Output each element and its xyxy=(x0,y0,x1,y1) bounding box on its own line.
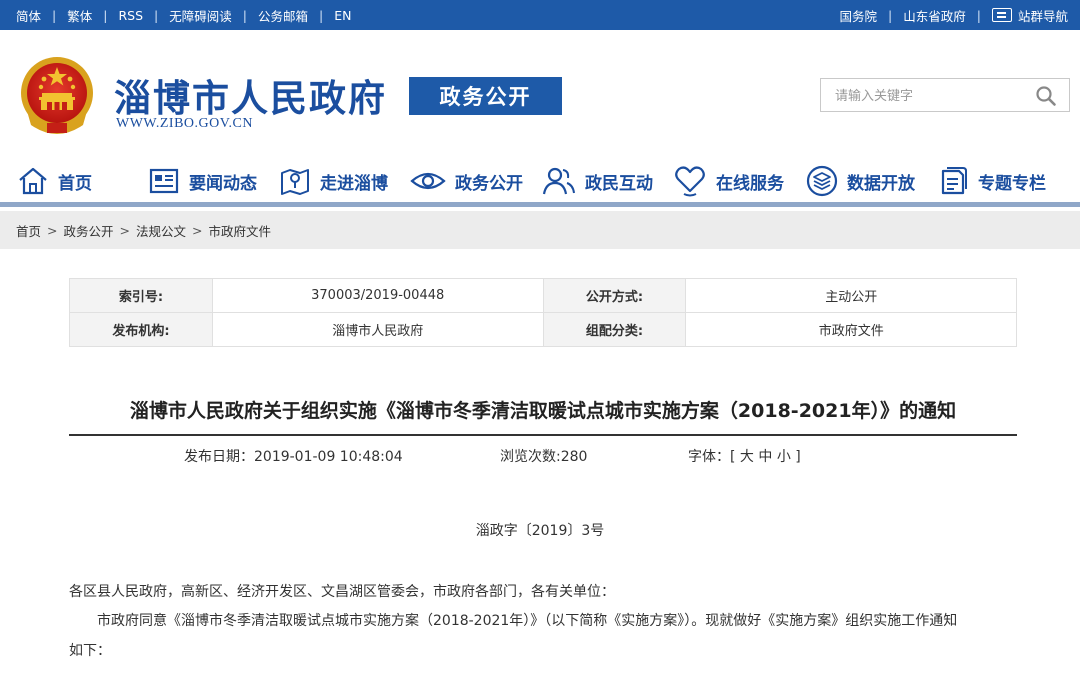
home-icon xyxy=(19,167,47,195)
link-traditional[interactable]: 繁体 xyxy=(67,6,92,25)
font-size-small-button[interactable]: 小 xyxy=(777,449,791,465)
issuer-value: 淄博市人民政府 xyxy=(211,312,544,347)
nav-item-open-data[interactable]: 数据开放 xyxy=(806,163,915,199)
nav-item-online-service[interactable]: 在线服务 xyxy=(673,163,784,199)
publish-mode-value: 主动公开 xyxy=(685,278,1017,313)
font-size-close: ] xyxy=(795,449,801,465)
site-nav-label: 站群导航 xyxy=(1017,8,1068,24)
font-size-label: 字体：[ xyxy=(688,449,736,465)
body-paragraph-continued: 如下： xyxy=(69,643,111,659)
link-english[interactable]: EN xyxy=(334,8,351,23)
recipients-line: 各区县人民政府，高新区、经济开发区、文昌湖区管委会，市政府各部门，各有关单位： xyxy=(69,584,615,600)
index-number-label: 索引号: xyxy=(69,278,213,313)
nav-item-special-topics[interactable]: 专题专栏 xyxy=(937,163,1046,199)
breadcrumb-city-gov-docs[interactable]: 市政府文件 xyxy=(209,221,272,240)
view-count: 浏览次数:280 xyxy=(500,446,587,466)
nav-item-label: 要闻动态 xyxy=(189,173,257,194)
publish-mode-label: 公开方式: xyxy=(542,278,687,313)
body-line-1: 市政府同意《淄博市冬季清洁取暖试点城市实施方案（2018-2021年）》（以下简… xyxy=(97,613,958,629)
main-nav: 首页 要闻动态 走进淄博 政务公开 政民互动 在线服务 数据开放 专题专栏 xyxy=(0,155,1080,207)
link-simplified[interactable]: 简体 xyxy=(16,6,41,25)
body-paragraph: 市政府同意《淄博市冬季清洁取暖试点城市实施方案（2018-2021年）》（以下简… xyxy=(69,607,1017,635)
search-input[interactable] xyxy=(835,85,1025,107)
document-number: 淄政字〔2019〕3号 xyxy=(475,523,605,539)
site-url: WWW.ZIBO.GOV.CN xyxy=(116,116,253,131)
nav-item-label: 在线服务 xyxy=(716,173,784,194)
heart-hand-icon xyxy=(675,166,705,197)
search-box xyxy=(820,78,1070,112)
table-row: 发布机构: 淄博市人民政府 组配分类: 市政府文件 xyxy=(69,312,1017,347)
news-icon xyxy=(149,168,179,194)
breadcrumb-home[interactable]: 首页 xyxy=(16,221,41,240)
people-icon xyxy=(542,167,575,195)
nav-item-label: 走进淄博 xyxy=(320,173,388,194)
top-bar-left-links: 简体 | 繁体 | RSS | 无障碍阅读 | 公务邮箱 | EN xyxy=(16,6,352,25)
font-size-control: 字体：[ 大 中 小 ] xyxy=(688,446,801,466)
article-title: 淄博市人民政府关于组织实施《淄博市冬季清洁取暖试点城市实施方案（2018-202… xyxy=(129,400,957,422)
index-number-value: 370003/2019-00448 xyxy=(211,278,544,313)
document-meta-table: 索引号: 370003/2019-00448 公开方式: 主动公开 发布机构: … xyxy=(69,278,1017,347)
top-bar-right-links: 国务院 | 山东省政府 | 站群导航 xyxy=(839,6,1068,25)
nav-item-label: 政务公开 xyxy=(455,173,523,194)
section-badge[interactable]: 政务公开 xyxy=(409,77,562,115)
font-size-medium-button[interactable]: 中 xyxy=(758,449,772,465)
site-header: 淄博市人民政府 WWW.ZIBO.GOV.CN 政务公开 xyxy=(0,30,1080,155)
site-title[interactable]: 淄博市人民政府 xyxy=(114,68,387,122)
link-state-council[interactable]: 国务院 xyxy=(840,6,878,25)
publish-date-label: 发布日期： xyxy=(184,449,254,465)
table-row: 索引号: 370003/2019-00448 公开方式: 主动公开 xyxy=(69,278,1017,313)
nav-item-label: 首页 xyxy=(58,173,92,194)
link-accessibility[interactable]: 无障碍阅读 xyxy=(169,6,232,25)
search-icon[interactable] xyxy=(1035,85,1057,107)
breadcrumb-gov-affairs[interactable]: 政务公开 xyxy=(64,221,114,240)
nav-item-label: 数据开放 xyxy=(847,173,915,194)
national-emblem-icon xyxy=(21,57,93,134)
nav-item-about-zibo[interactable]: 走进淄博 xyxy=(279,163,388,199)
category-label: 组配分类: xyxy=(542,312,687,347)
link-shandong-gov[interactable]: 山东省政府 xyxy=(903,6,966,25)
link-gov-mail[interactable]: 公务邮箱 xyxy=(258,6,308,25)
map-icon xyxy=(281,169,309,195)
publish-date: 发布日期：2019-01-09 10:48:04 xyxy=(184,446,403,466)
nav-item-label: 专题专栏 xyxy=(978,173,1046,194)
site-nav-icon xyxy=(991,8,1012,22)
nav-item-interaction[interactable]: 政民互动 xyxy=(542,163,653,199)
breadcrumb: 首页 > 政务公开 > 法规公文 > 市政府文件 xyxy=(0,211,1080,249)
document-icon xyxy=(941,167,967,195)
nav-item-gov-affairs[interactable]: 政务公开 xyxy=(410,163,523,199)
view-count-value: 280 xyxy=(560,449,588,465)
link-rss[interactable]: RSS xyxy=(118,8,143,23)
nav-item-news[interactable]: 要闻动态 xyxy=(148,163,257,199)
view-count-label: 浏览次数: xyxy=(500,449,561,465)
breadcrumb-regulations[interactable]: 法规公文 xyxy=(136,221,186,240)
issuer-label: 发布机构: xyxy=(69,312,213,347)
title-divider xyxy=(69,434,1017,436)
font-size-large-button[interactable]: 大 xyxy=(740,449,754,465)
publish-date-value: 2019-01-09 10:48:04 xyxy=(254,449,403,465)
layers-icon xyxy=(806,165,838,197)
top-bar: 简体 | 繁体 | RSS | 无障碍阅读 | 公务邮箱 | EN 国务院 | … xyxy=(0,0,1080,30)
site-group-nav-button[interactable]: 站群导航 xyxy=(991,6,1068,25)
eye-icon xyxy=(410,172,446,190)
nav-item-home[interactable]: 首页 xyxy=(17,163,92,199)
nav-item-label: 政民互动 xyxy=(585,173,653,194)
category-value: 市政府文件 xyxy=(685,312,1017,347)
